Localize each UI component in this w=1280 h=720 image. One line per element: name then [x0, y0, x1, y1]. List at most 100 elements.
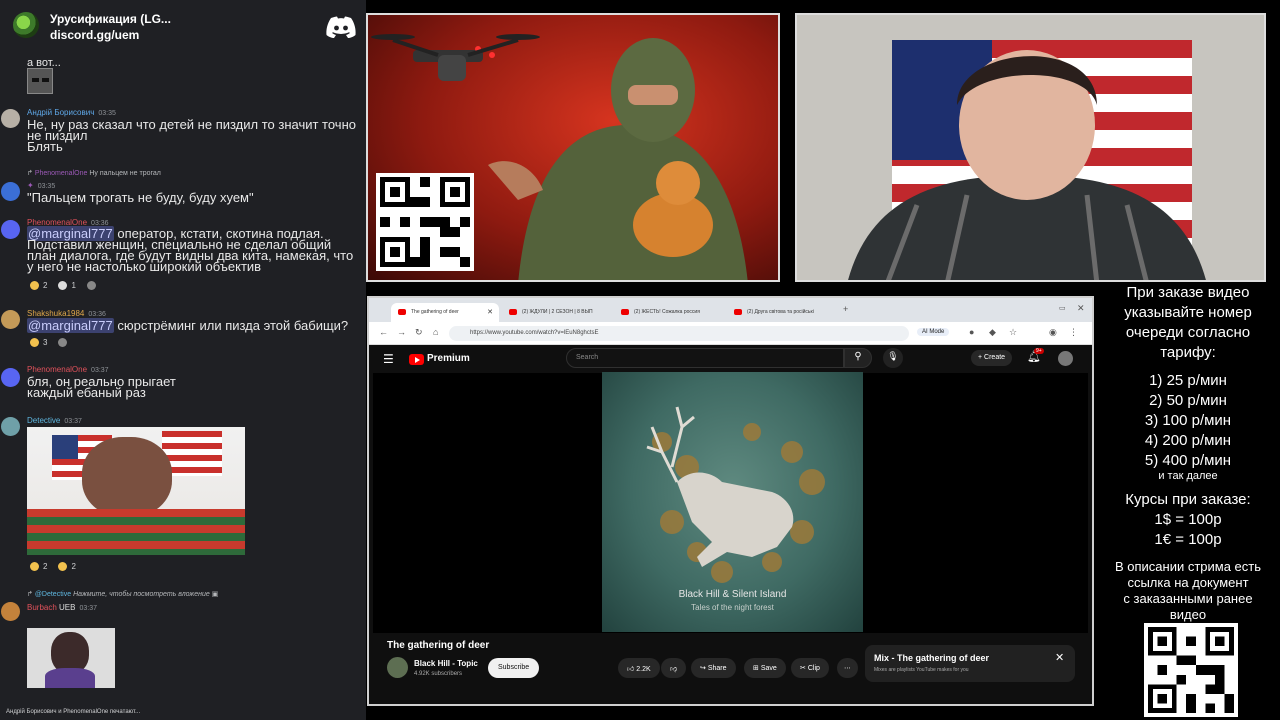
new-tab-button[interactable]: + [843, 304, 848, 314]
subscribe-button[interactable]: Subscribe [488, 658, 540, 678]
create-button[interactable]: + Create [971, 350, 1013, 366]
video-title: The gathering of deer [387, 640, 490, 651]
subscriber-count: 4.92K subscribers [414, 671, 463, 677]
server-name: Урусификация (LG... [50, 12, 171, 26]
youtube-favicon-icon [509, 309, 517, 315]
reaction[interactable]: 2 [55, 559, 78, 573]
message-author[interactable]: Burbach UEB 03:37 [27, 603, 97, 612]
tab-druga-svitova[interactable]: (2) Друга світова та російські [727, 303, 837, 322]
message-time: 03:35 [37, 183, 56, 190]
tariff-item: 2) 50 р/мин [1149, 392, 1227, 409]
reaction[interactable]: 1 [55, 278, 78, 292]
minimize-button[interactable]: ▭ [1059, 304, 1066, 312]
youtube-premium-label[interactable]: Premium [427, 353, 470, 364]
ai-mode-button[interactable]: AI Mode [917, 328, 950, 336]
avatar[interactable] [1, 310, 20, 329]
search-icon[interactable]: ⚲ [844, 348, 872, 368]
avatar[interactable] [1, 417, 20, 436]
avatar[interactable] [1, 182, 20, 201]
message-time: 03:36 [88, 311, 106, 318]
add-reaction-button[interactable] [84, 278, 99, 292]
save-button[interactable]: ⊞ Save [744, 658, 786, 678]
back-button[interactable]: ← [379, 327, 388, 337]
share-icon: ↪ [700, 665, 706, 672]
url-field[interactable]: https://www.youtube.com/watch?v=lEuN8ghc… [449, 326, 909, 341]
avatar[interactable] [1, 109, 20, 128]
avatar[interactable] [1, 368, 20, 387]
description-line: с заказанными ранее [1123, 591, 1253, 606]
notification-badge: 9+ [1034, 348, 1044, 354]
message-author[interactable]: ✦ 03:35 [27, 181, 55, 190]
play-triangle-icon [415, 357, 420, 363]
image-attachment[interactable] [27, 427, 245, 555]
stream-layout: Урусификация (LG... discord.gg/uem а вот… [0, 0, 1280, 720]
tab-gathering-of-deer[interactable]: The gathering of deer ✕ [391, 303, 499, 322]
message-text: @marginal777 сюрстрёминг или пизда этой … [27, 318, 349, 333]
close-tab-icon[interactable]: ✕ [487, 308, 493, 316]
youtube-favicon-icon [621, 309, 629, 315]
like-button[interactable]: 👍︎ 2.2K [618, 658, 660, 678]
avatar[interactable] [1, 602, 20, 621]
extension-icon[interactable]: ◆ [989, 327, 996, 338]
message-author[interactable]: Shakshuka1984 03:36 [27, 309, 106, 318]
home-button[interactable]: ⌂ [433, 327, 438, 337]
avatar[interactable] [1, 220, 20, 239]
grin-emoji-icon [30, 561, 39, 571]
user-mention[interactable]: @marginal777 [27, 318, 114, 333]
search-input[interactable]: Search [566, 348, 844, 368]
reaction[interactable]: 2 [27, 278, 50, 292]
bookmark-icon[interactable]: ☆ [1009, 327, 1017, 338]
youtube-header: ☰ Premium Search ⚲ 🎙︎ + Create 🔔︎ 9+ [369, 345, 1092, 373]
reload-button[interactable]: ↻ [415, 327, 423, 338]
channel-avatar[interactable] [387, 657, 408, 678]
sticker-image [27, 68, 53, 94]
server-invite[interactable]: discord.gg/uem [50, 28, 139, 42]
dislike-button[interactable]: 👎︎ [661, 658, 687, 678]
tariff-item: 1) 25 р/мин [1149, 372, 1227, 389]
tab-zhest[interactable]: (2) ЖЕСТЬ! Сожалка россия [614, 303, 724, 322]
image-attachment[interactable] [27, 628, 115, 688]
reply-preview[interactable]: ↱ @Detective Нажмите, чтобы посмотреть в… [27, 590, 218, 598]
tariff-item: 3) 100 р/мин [1144, 412, 1232, 429]
heading-line: очереди согласно [1125, 324, 1251, 341]
tab-zhduli[interactable]: (2) ЖДУЛИ | 2 СЕЗОН | 8 ВЫП [502, 303, 612, 322]
profile-icon[interactable]: ◉ [1049, 327, 1057, 338]
mix-title: Mix - The gathering of deer [874, 653, 990, 663]
message-time: 03:35 [98, 110, 116, 117]
qr-code [1144, 623, 1238, 717]
message-author[interactable]: PhenomenalOne 03:37 [27, 365, 109, 374]
close-icon[interactable]: ✕ [1055, 651, 1064, 664]
channel-name[interactable]: Black Hill - Topic [414, 659, 478, 668]
message-text: Не, ну раз сказал что детей не пиздил то… [27, 117, 356, 154]
share-button[interactable]: ↪ Share [691, 658, 736, 678]
album-cover: Black Hill & Silent Island Tales of the … [602, 372, 863, 632]
video-player[interactable]: Black Hill & Silent Island Tales of the … [373, 372, 1088, 633]
forward-button[interactable]: → [397, 327, 406, 337]
thumbs-down-icon: 👎︎ [670, 666, 678, 673]
close-window-button[interactable]: ✕ [1077, 303, 1085, 314]
drone-icon [371, 34, 540, 81]
tariff-item: 5) 400 р/мин [1144, 452, 1232, 469]
extension-icon[interactable]: ● [969, 327, 974, 337]
more-actions-button[interactable]: ⋯ [837, 658, 858, 678]
reaction[interactable]: 3 [27, 335, 50, 349]
youtube-favicon-icon [734, 309, 742, 315]
message-author[interactable]: Detective 03:37 [27, 416, 82, 425]
rate-item: 1€ = 100р [1154, 531, 1222, 548]
chat-header: Урусификация (LG... discord.gg/uem [0, 0, 366, 58]
qr-code [376, 173, 474, 271]
mix-subtitle: Mixes are playlists YouTube makes for yo… [874, 667, 969, 673]
message-author[interactable]: Андрій Борисович 03:35 [27, 108, 116, 117]
mix-playlist-card[interactable]: Mix - The gathering of deer Mixes are pl… [865, 645, 1075, 682]
account-avatar[interactable] [1058, 351, 1073, 366]
message-time: 03:37 [64, 418, 82, 425]
reaction[interactable]: 2 [27, 559, 50, 573]
microphone-icon[interactable]: 🎙︎ [883, 348, 903, 368]
reply-preview[interactable]: ↱ PhenomenalOne Ну пальцем не трогал [27, 169, 161, 177]
heading-line: При заказе видео [1126, 284, 1250, 301]
clip-button[interactable]: ✂ Clip [791, 658, 829, 678]
smile-icon [86, 280, 96, 290]
add-reaction-button[interactable] [55, 335, 70, 349]
browser-menu-icon[interactable]: ⋮ [1069, 327, 1078, 338]
hamburger-menu-icon[interactable]: ☰ [383, 352, 394, 366]
